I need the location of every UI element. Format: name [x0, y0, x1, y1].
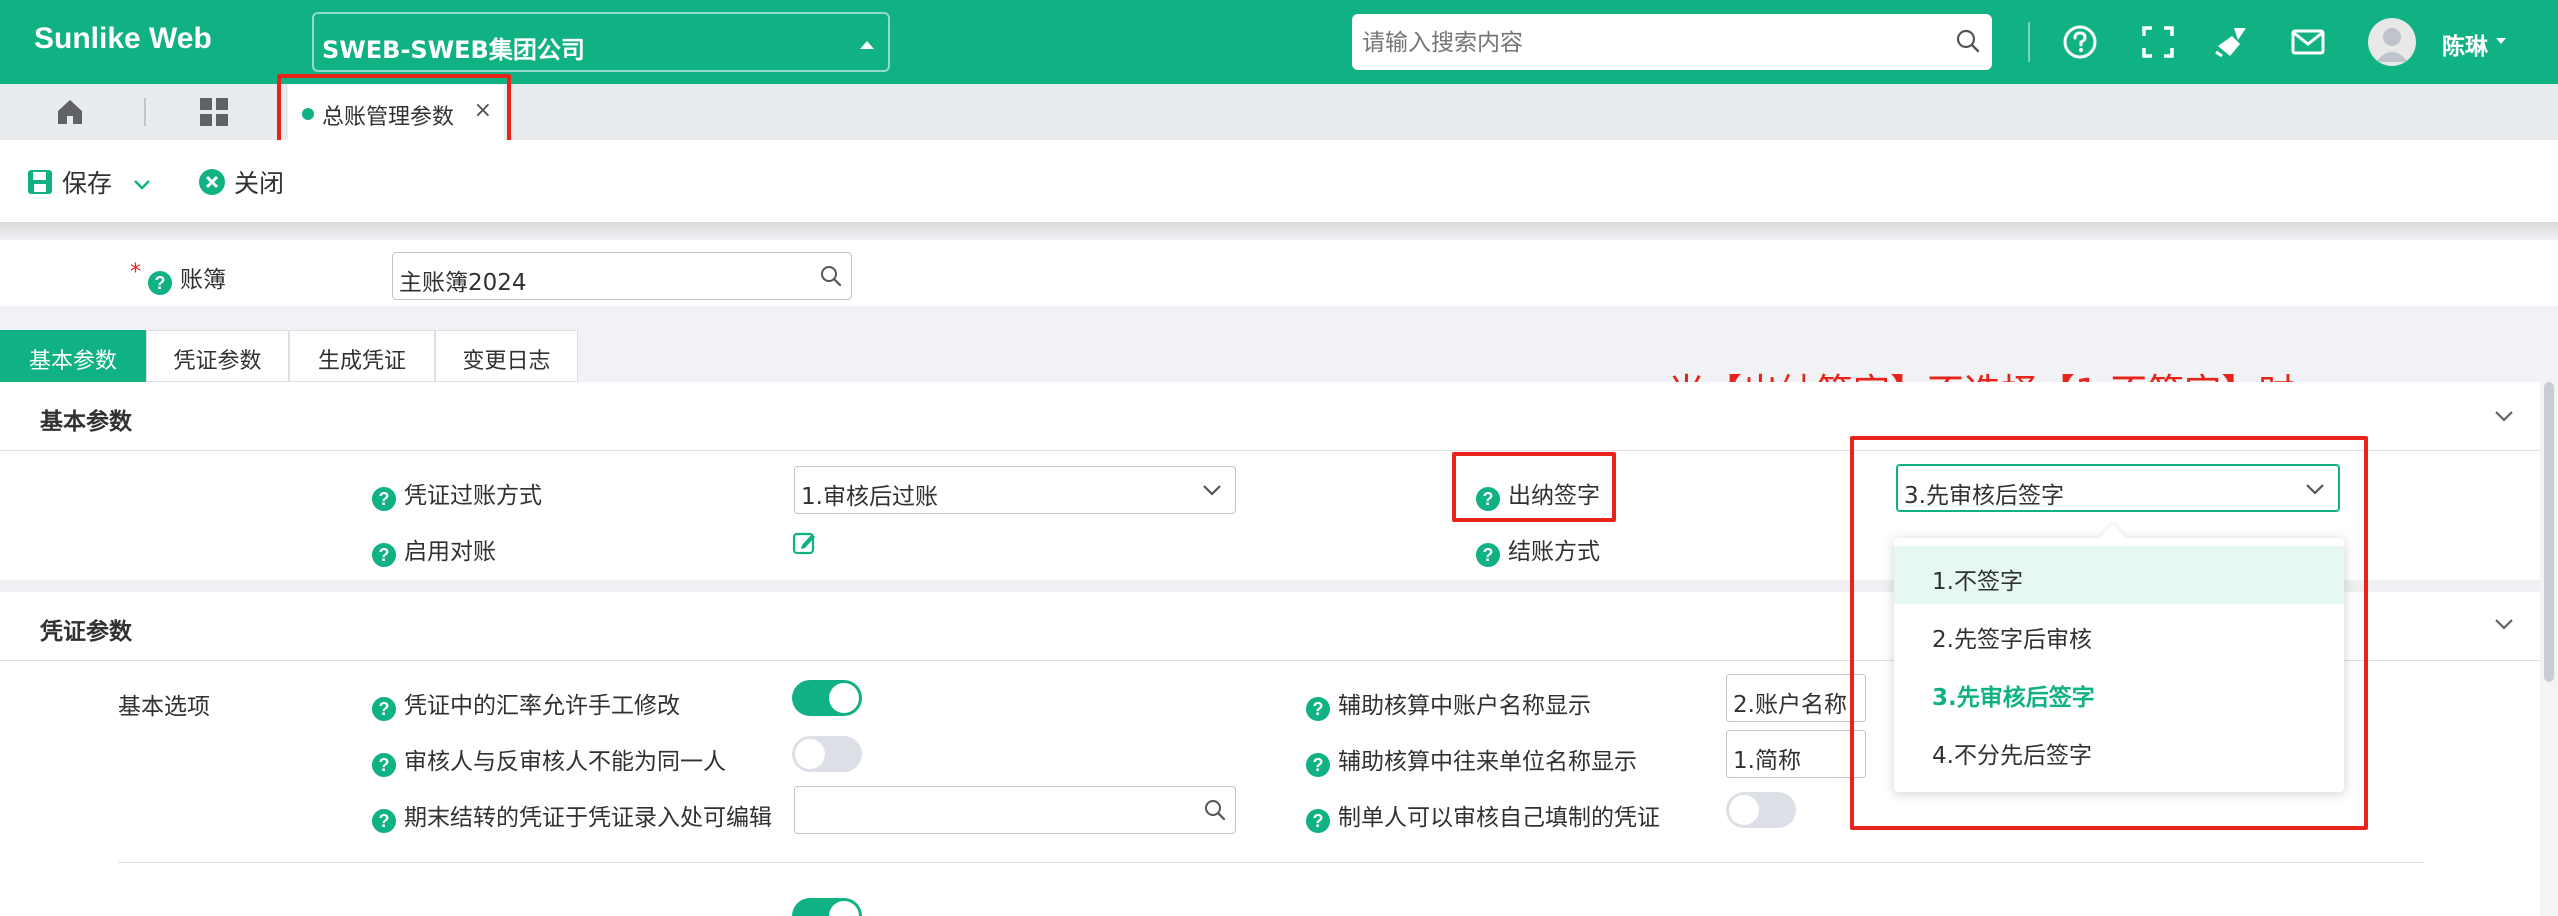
help-icon[interactable]: ? — [1306, 753, 1330, 777]
mail-icon[interactable] — [2288, 22, 2328, 62]
scrollbar-thumb[interactable] — [2544, 382, 2554, 682]
option-label: ? 辅助核算中往来单位名称显示 — [1306, 742, 1637, 777]
caret-down-icon[interactable] — [2496, 38, 2506, 44]
home-icon[interactable] — [54, 96, 86, 132]
help-icon[interactable]: ? — [148, 271, 172, 295]
tab-change-log[interactable]: 变更日志 — [435, 330, 578, 382]
option-label: ? 辅助核算中账户名称显示 — [1306, 686, 1591, 721]
tab-basic-params[interactable]: 基本参数 — [0, 330, 146, 382]
posting-method-label: ? 凭证过账方式 — [372, 476, 542, 511]
partner-name-display-value: 1.简称 — [1733, 748, 1801, 774]
voucher-section-title: 凭证参数 — [40, 619, 132, 645]
chevron-down-icon[interactable] — [2492, 404, 2516, 432]
search-icon[interactable] — [819, 264, 843, 294]
help-icon[interactable]: ? — [372, 487, 396, 511]
reviewer-toggle[interactable] — [792, 736, 862, 772]
avatar[interactable] — [2368, 18, 2416, 66]
top-bar: Sunlike Web SWEB-SWEB集团公司 陈琳 — [0, 0, 2558, 84]
closing-method-label: ? 结账方式 — [1476, 532, 1600, 567]
posting-method-select[interactable]: 1.审核后过账 — [794, 466, 1236, 514]
account-name-display-value: 2.账户名称 — [1733, 692, 1847, 718]
help-icon[interactable]: ? — [372, 543, 396, 567]
help-icon[interactable]: ? — [1306, 697, 1330, 721]
annotation-box-dropdown — [1850, 436, 2368, 830]
reconcile-label: ? 启用对账 — [372, 532, 496, 567]
option-label: ? 凭证中的汇率允许手工修改 — [372, 686, 680, 721]
chevron-down-icon — [1201, 479, 1223, 507]
help-icon[interactable]: ? — [1476, 543, 1500, 567]
period-end-voucher-field[interactable] — [794, 786, 1236, 834]
chevron-down-icon[interactable] — [132, 174, 152, 194]
self-review-toggle[interactable] — [1726, 792, 1796, 828]
search-icon[interactable] — [1954, 27, 1982, 59]
user-name[interactable]: 陈琳 — [2442, 27, 2488, 61]
toggle-knob — [1729, 795, 1759, 825]
company-select-value: SWEB-SWEB集团公司 — [322, 36, 585, 64]
chevron-down-icon[interactable] — [2492, 612, 2516, 640]
book-field-value: 主账簿2024 — [399, 270, 527, 296]
close-button[interactable]: 关闭 — [198, 164, 284, 200]
next-row-toggle[interactable] — [792, 898, 862, 916]
scrollbar[interactable] — [2540, 382, 2558, 916]
group-divider — [118, 862, 2424, 863]
company-select[interactable]: SWEB-SWEB集团公司 — [312, 12, 890, 72]
exchange-rate-toggle[interactable] — [792, 680, 862, 716]
toggle-knob — [829, 683, 859, 713]
close-label: 关闭 — [233, 169, 284, 198]
help-icon[interactable]: ? — [372, 809, 396, 833]
toggle-knob — [829, 901, 859, 916]
book-field[interactable]: 主账簿2024 — [392, 252, 852, 300]
toggle-knob — [795, 739, 825, 769]
search-icon[interactable] — [1203, 798, 1227, 828]
tab-generate-voucher[interactable]: 生成凭证 — [289, 330, 435, 382]
save-button[interactable]: 保存 — [26, 164, 152, 200]
toolbar-divider — [0, 222, 2558, 238]
help-icon[interactable]: ? — [372, 753, 396, 777]
search-input[interactable] — [1362, 30, 1922, 56]
apps-grid-icon[interactable] — [198, 96, 230, 132]
account-name-display-select[interactable]: 2.账户名称 — [1726, 674, 1866, 722]
header-divider — [2028, 22, 2030, 62]
help-icon[interactable]: ? — [372, 697, 396, 721]
required-mark: * — [130, 260, 141, 285]
basic-options-subtitle: 基本选项 — [118, 694, 210, 720]
tab-divider — [144, 98, 146, 126]
posting-method-value: 1.审核后过账 — [801, 484, 938, 510]
option-label: ? 期末结转的凭证于凭证录入处可编辑 — [372, 798, 772, 833]
edit-icon[interactable] — [792, 530, 818, 560]
fullscreen-icon[interactable] — [2138, 22, 2178, 62]
book-label: ? 账簿 — [148, 260, 226, 295]
brand-logo: Sunlike Web — [34, 22, 212, 55]
annotation-box-cashier-sign — [1452, 452, 1616, 522]
help-icon[interactable] — [2060, 22, 2100, 62]
close-circle-icon — [199, 169, 225, 195]
tab-voucher-params[interactable]: 凭证参数 — [146, 330, 289, 382]
save-label: 保存 — [61, 169, 112, 198]
global-search[interactable] — [1352, 14, 1992, 70]
basic-section-title: 基本参数 — [40, 409, 132, 435]
partner-name-display-select[interactable]: 1.简称 — [1726, 730, 1866, 778]
caret-up-icon — [860, 41, 874, 49]
save-disk-icon — [28, 170, 52, 194]
toolbar: 保存 关闭 — [0, 140, 2558, 222]
option-label: ? 审核人与反审核人不能为同一人 — [372, 742, 726, 777]
book-header-card: * ? 账簿 主账簿2024 — [0, 240, 2558, 306]
clear-cache-broom-icon[interactable] — [2212, 22, 2252, 62]
help-icon[interactable]: ? — [1306, 809, 1330, 833]
option-label: ? 制单人可以审核自己填制的凭证 — [1306, 798, 1660, 833]
